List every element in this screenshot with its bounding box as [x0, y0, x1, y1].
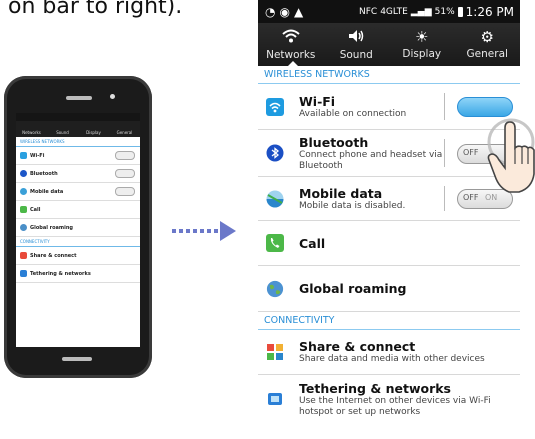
signal-icon: ▂▄▆	[410, 6, 432, 17]
call-title: Call	[299, 235, 326, 251]
tab-label: Sound	[339, 49, 373, 61]
mobile-data-title: Mobile data	[299, 185, 383, 201]
phone-icon	[266, 234, 284, 252]
tethering-title: Tethering & networks	[299, 380, 452, 396]
mini-connectivity-header: CONNECTIVITY	[16, 237, 140, 247]
tab-label: General	[466, 48, 508, 60]
mini-tab: General	[116, 130, 133, 135]
mini-tab: Networks	[22, 130, 41, 135]
mini-label: Share & connect	[30, 252, 77, 259]
tethering-subtitle-1: Use the Internet on other devices via Wi…	[299, 395, 491, 406]
mobile-data-subtitle: Mobile data is disabled.	[299, 200, 406, 211]
mini-share-icon	[20, 252, 27, 259]
wifi-icon	[258, 29, 324, 47]
tethering-subtitle-2: hotspot or set up networks	[299, 406, 421, 417]
settings-tabbar: Networks Sound ☀ Display ⚙ General	[258, 23, 520, 66]
mini-row-wifi: Wi-Fi	[16, 147, 140, 165]
wireless-networks-header: WIRELESS NETWORKS	[258, 66, 520, 84]
divider	[444, 186, 445, 211]
mini-tab: Sound	[56, 130, 69, 135]
mini-label: Mobile data	[30, 188, 64, 195]
lte-label: 4GLTE	[380, 6, 408, 17]
status-left: ◔ ◉ ▲	[258, 5, 303, 19]
mobile-data-icon	[266, 190, 284, 208]
speaker-icon	[324, 29, 390, 47]
mini-toggle	[115, 187, 135, 196]
mini-row-share: Share & connect	[16, 247, 140, 265]
brightness-icon: ☀	[415, 28, 429, 46]
tab-display[interactable]: ☀ Display	[389, 23, 455, 66]
tab-networks[interactable]: Networks	[258, 23, 324, 66]
tethering-icon	[266, 390, 284, 408]
bluetooth-title: Bluetooth	[299, 134, 369, 150]
global-roaming-row[interactable]: Global roaming	[258, 266, 520, 312]
mini-label: Wi-Fi	[30, 152, 45, 159]
pointing-hand-icon	[487, 118, 535, 193]
tab-label: Display	[402, 48, 442, 60]
dotted-arrow-icon	[172, 221, 236, 241]
mini-globe-icon	[20, 224, 27, 231]
settings-screen: ◔ ◉ ▲ NFC 4GLTE ▂▄▆ 51% 1:26 PM Networks…	[258, 0, 520, 439]
mini-toggle	[115, 151, 135, 160]
connectivity-header: CONNECTIVITY	[258, 312, 520, 330]
intro-text: on bar to right).	[8, 0, 183, 19]
mini-label: Global roaming	[30, 224, 73, 231]
wifi-title: Wi-Fi	[299, 93, 336, 109]
bluetooth-subtitle-1: Connect phone and headset via	[299, 149, 443, 160]
phone-speaker	[66, 96, 92, 100]
phone-home-button	[62, 357, 92, 361]
mini-row-roaming: Global roaming	[16, 219, 140, 237]
mini-row-tethering: Tethering & networks	[16, 265, 140, 283]
mini-label: Bluetooth	[30, 170, 58, 177]
mini-wireless-header: WIRELESS NETWORKS	[16, 137, 140, 147]
share-connect-title: Share & connect	[299, 339, 416, 354]
bluetooth-subtitle-2: Bluetooth	[299, 160, 343, 171]
mini-call-icon	[20, 206, 27, 213]
battery-icon	[457, 6, 463, 17]
globe-icon	[266, 280, 284, 298]
divider	[444, 93, 445, 120]
mini-label: Call	[30, 206, 41, 213]
tab-sound[interactable]: Sound	[324, 23, 390, 66]
call-row[interactable]: Call	[258, 221, 520, 266]
gear-icon: ⚙	[480, 28, 494, 46]
mini-bluetooth-icon	[20, 170, 27, 177]
mini-wifi-icon	[20, 152, 27, 159]
tab-general[interactable]: ⚙ General	[455, 23, 521, 66]
mini-mobile-data-icon	[20, 188, 27, 195]
share-connect-icon	[266, 343, 284, 361]
tab-label: Networks	[266, 49, 316, 61]
mini-tabbar: Networks Sound Display General	[16, 121, 140, 137]
mini-tethering-icon	[20, 270, 27, 277]
mini-row-mobile-data: Mobile data	[16, 183, 140, 201]
nfc-icon: NFC	[358, 6, 378, 17]
wifi-setting-icon	[266, 97, 284, 116]
clock: 1:26 PM	[465, 4, 514, 19]
battery-percent: 51%	[434, 6, 455, 17]
mini-row-call: Call	[16, 201, 140, 219]
phone-camera	[110, 94, 115, 99]
alert-icon: ▲	[293, 4, 304, 19]
tethering-row[interactable]: Tethering & networks Use the Internet on…	[258, 375, 520, 423]
mini-status-bar	[16, 113, 140, 121]
share-connect-row[interactable]: Share & connect Share data and media wit…	[258, 330, 520, 375]
location-icon: ◉	[279, 4, 290, 19]
mini-tab: Display	[86, 130, 101, 135]
phone-illustration: Networks Sound Display General WIRELESS …	[4, 76, 152, 378]
status-right: NFC 4GLTE ▂▄▆ 51% 1:26 PM	[359, 5, 520, 19]
mini-row-bluetooth: Bluetooth	[16, 165, 140, 183]
status-bar: ◔ ◉ ▲ NFC 4GLTE ▂▄▆ 51% 1:26 PM	[258, 0, 520, 23]
share-connect-subtitle: Share data and media with other devices	[299, 354, 485, 364]
mini-screen: Networks Sound Display General WIRELESS …	[16, 113, 140, 347]
wifi-subtitle: Available on connection	[299, 108, 407, 119]
bluetooth-icon	[266, 144, 284, 162]
mini-toggle	[115, 169, 135, 178]
mini-label: Tethering & networks	[30, 270, 91, 277]
global-roaming-title: Global roaming	[299, 281, 407, 296]
divider	[444, 139, 445, 167]
sync-icon: ◔	[265, 4, 276, 19]
